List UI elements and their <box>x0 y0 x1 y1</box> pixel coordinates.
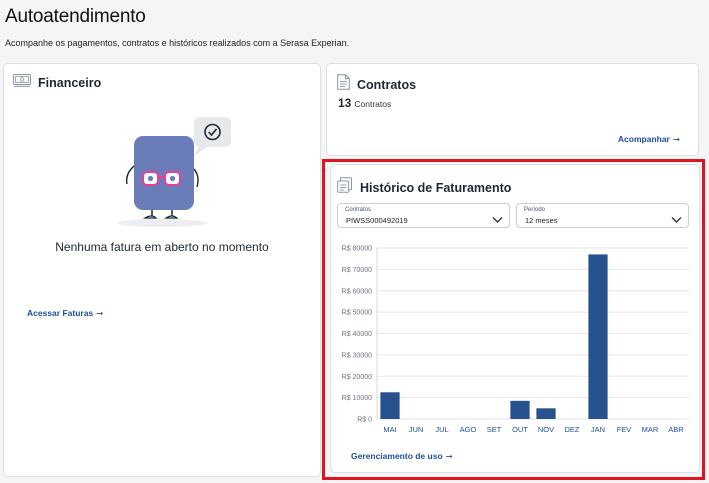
gerenciamento-de-uso-link[interactable]: Gerenciamento de uso ➞ <box>351 451 453 462</box>
x-tick-label: MAI <box>383 425 396 434</box>
arrow-right-icon: ➞ <box>672 134 680 144</box>
y-tick-label: R$ 20000 <box>342 374 372 381</box>
contratos-select-value: PIWSS000492019 <box>346 216 408 225</box>
page-title: Autoatendimento <box>5 6 146 27</box>
mascot-illustration <box>112 114 242 234</box>
contratos-count: 13 Contratos <box>338 96 391 110</box>
bar-out <box>510 400 530 419</box>
y-tick-label: R$ 30000 <box>342 352 372 359</box>
document-icon <box>337 74 350 95</box>
contratos-select-label: Contratos <box>345 207 372 213</box>
chevron-down-icon <box>492 211 503 229</box>
y-tick-label: R$ 0 <box>357 417 372 424</box>
arrow-right-icon: ➞ <box>96 308 104 318</box>
money-icon <box>13 74 31 92</box>
acompanhar-link[interactable]: Acompanhar ➞ <box>618 134 680 145</box>
historico-title: Histórico de Faturamento <box>360 180 512 195</box>
periodo-select-value: 12 meses <box>525 216 558 225</box>
x-tick-label: JUN <box>409 425 424 434</box>
arrow-right-icon: ➞ <box>445 451 453 461</box>
financeiro-header: Financeiro <box>13 74 101 92</box>
x-tick-label: OUT <box>512 425 528 434</box>
periodo-select-label: Período <box>524 207 546 213</box>
x-tick-label: MAR <box>642 425 659 434</box>
bar-nov <box>536 408 556 419</box>
y-tick-label: R$ 60000 <box>342 288 372 295</box>
contratos-count-number: 13 <box>338 96 352 110</box>
historico-card: Histórico de Faturamento Contratos PIWSS… <box>330 164 700 473</box>
x-tick-label: AGO <box>460 425 477 434</box>
no-invoice-message: Nenhuma fatura em aberto no momento <box>55 240 269 254</box>
x-tick-label: NOV <box>538 425 554 434</box>
x-tick-label: ABR <box>668 425 684 434</box>
x-tick-label: JAN <box>591 425 605 434</box>
contratos-select[interactable]: Contratos PIWSS000492019 <box>337 203 510 228</box>
contratos-card: Contratos 13 Contratos Acompanhar ➞ <box>326 63 699 156</box>
y-tick-label: R$ 50000 <box>342 310 372 317</box>
financeiro-title: Financeiro <box>38 76 102 90</box>
periodo-select[interactable]: Período 12 meses <box>516 203 689 228</box>
x-tick-label: FEV <box>617 425 632 434</box>
contratos-count-label: Contratos <box>354 99 392 109</box>
bar-jan <box>588 254 608 419</box>
y-tick-label: R$ 40000 <box>342 331 372 338</box>
contratos-title: Contratos <box>357 77 417 92</box>
gerenciamento-de-uso-label: Gerenciamento de uso <box>351 451 443 461</box>
x-tick-label: DEZ <box>565 425 580 434</box>
acompanhar-label: Acompanhar <box>617 134 670 144</box>
x-tick-label: SET <box>487 425 502 434</box>
page-subtitle: Acompanhe os pagamentos, contratos e his… <box>5 38 350 48</box>
x-tick-label: JUL <box>435 425 448 434</box>
acessar-faturas-label: Acessar Faturas <box>27 308 94 318</box>
financeiro-card: Financeiro Nenhuma fatura em aberto no m… <box>3 63 321 477</box>
y-tick-label: R$ 70000 <box>342 267 372 274</box>
contratos-header: Contratos <box>337 74 416 95</box>
billing-history-chart: R$ 0 R$ 10000 R$ 20000 R$ 30000 R$ 40000 R$ 5… <box>342 246 689 434</box>
receipt-icon <box>337 177 353 198</box>
y-tick-label: R$ 10000 <box>342 395 372 402</box>
acessar-faturas-link[interactable]: Acessar Faturas ➞ <box>27 308 103 319</box>
bar-mai <box>380 392 400 419</box>
y-tick-label: R$ 80000 <box>342 246 372 253</box>
chevron-down-icon <box>671 211 682 229</box>
historico-header: Histórico de Faturamento <box>337 177 511 198</box>
